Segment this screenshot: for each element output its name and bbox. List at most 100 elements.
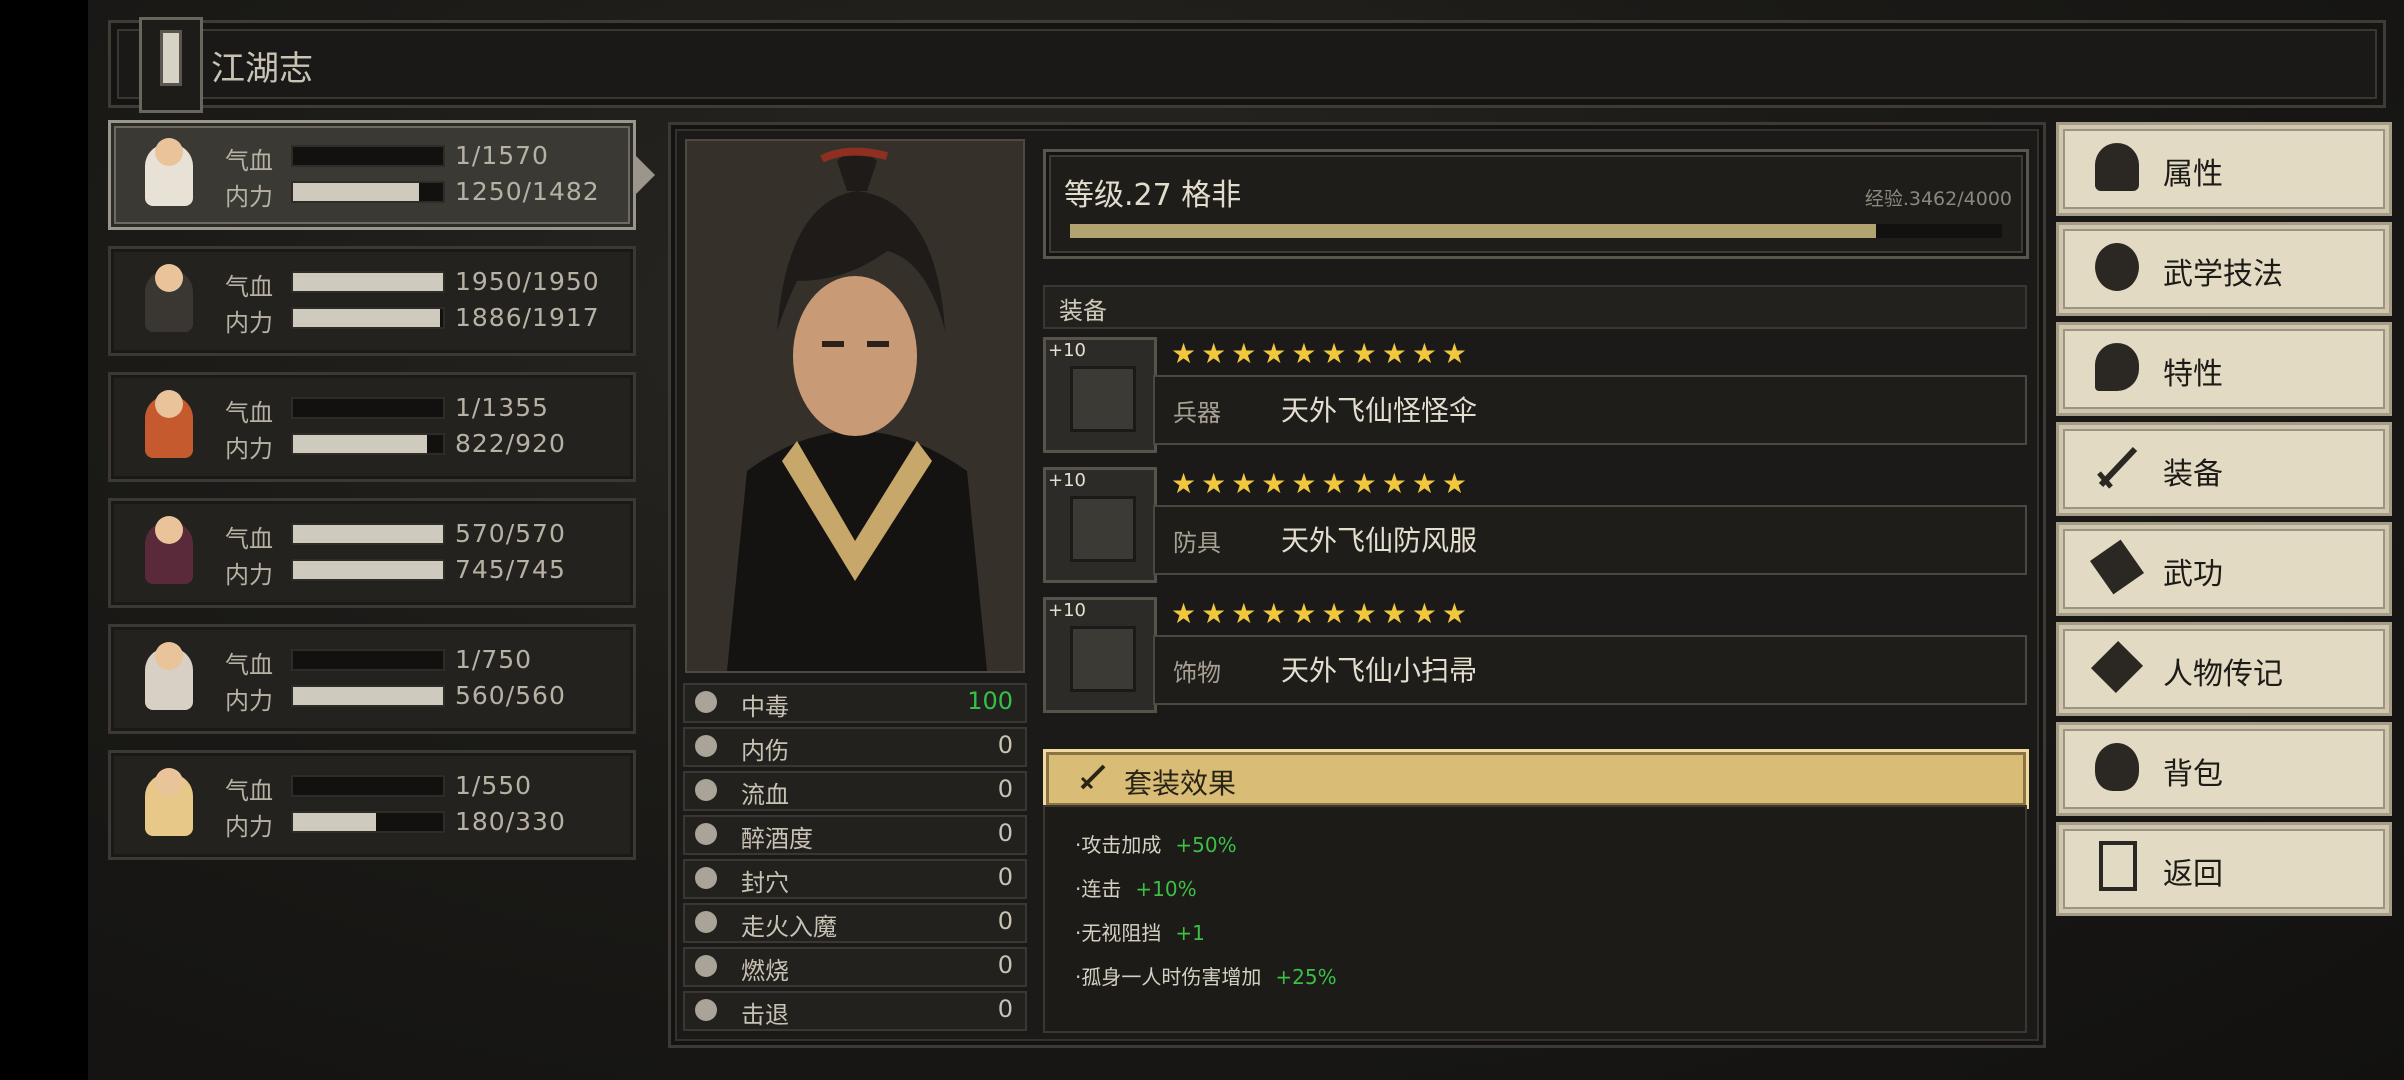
status-label: 走火入魔 [741,913,837,941]
mp-label: 内力 [225,309,273,337]
party-member-2[interactable]: 气血 1950/1950 内力 1886/1917 [108,246,636,356]
mp-bar-fill [293,309,440,327]
equipment-slot-bar[interactable]: 兵器 天外飞仙怪怪伞 [1153,375,2027,445]
equipment-header: 装备 [1043,285,2027,329]
level-text: 等级.27 格非 [1064,178,1242,213]
item-image [1070,626,1136,692]
character-panel: 中毒 100 内伤 0 流血 0 醉酒度 0 封穴 0 走火入魔 0 燃烧 0 … [668,122,2046,1048]
mp-value: 180/330 [455,807,566,836]
menu-button-return[interactable]: 返回 [2056,822,2392,916]
person-icon [2095,143,2139,191]
hp-bar-fill [293,273,443,291]
status-label: 击退 [741,1001,789,1029]
star-rating: ★★★★★★★★★★ [1171,467,1473,500]
mp-bar-fill [293,687,443,705]
status-row-burning: 燃烧 0 [683,947,1027,987]
party-member-4[interactable]: 气血 570/570 内力 745/745 [108,498,636,608]
set-bonus-list: ·攻击加成 +50% ·连击 +10% ·无视阻挡 +1 ·孤身一人时伤害增加 +25% [1043,805,2027,1033]
page-title: 江湖志 [211,49,313,89]
exp-text: 经验.3462/4000 [1864,188,2012,210]
status-row-sealed: 封穴 0 [683,859,1027,899]
mp-label: 内力 [225,561,273,589]
martial-arts-icon [2095,243,2139,291]
equipment-slot-bar[interactable]: 防具 天外飞仙防风服 [1153,505,2027,575]
robe-icon[interactable]: +10 [1043,467,1157,583]
hp-label: 气血 [225,651,273,679]
mp-bar-fill [293,183,419,201]
menu-label: 属性 [2163,157,2223,192]
hp-bar [291,649,445,671]
mp-bar-fill [293,813,376,831]
equipment-slot-armor[interactable]: +10 ★★★★★★★★★★ 防具 天外飞仙防风服 [1043,467,2027,587]
hp-bar [291,523,445,545]
set-bonus-line: ·无视阻挡 +1 [1075,921,1205,945]
set-bonus-line: ·攻击加成 +50% [1075,833,1237,857]
menu-button-biography[interactable]: 人物传记 [2056,622,2392,716]
hp-value: 1/1355 [455,393,549,422]
status-row-knockback: 击退 0 [683,991,1027,1031]
mp-value: 745/745 [455,555,566,584]
status-label: 中毒 [741,693,789,721]
status-value: 0 [997,819,1013,847]
status-value: 0 [997,995,1013,1023]
exp-bar [1070,224,2002,238]
item-image [1070,496,1136,562]
selected-arrow-icon [635,155,655,195]
mp-value: 822/920 [455,429,566,458]
hp-value: 1950/1950 [455,267,600,296]
equipment-slot-weapon[interactable]: +10 ★★★★★★★★★★ 兵器 天外飞仙怪怪伞 [1043,337,2027,457]
hp-bar [291,775,445,797]
status-label: 封穴 [741,869,789,897]
mp-label: 内力 [225,435,273,463]
item-image [1070,366,1136,432]
broom-icon[interactable]: +10 [1043,597,1157,713]
scroll-icon [2090,640,2144,694]
hp-bar [291,271,445,293]
book-icon [2089,539,2145,595]
mp-label: 内力 [225,813,273,841]
menu-button-attributes[interactable]: 属性 [2056,122,2392,216]
hp-label: 气血 [225,273,273,301]
menu-label: 武学技法 [2163,257,2283,292]
slot-type: 防具 [1173,529,1221,557]
item-name: 天外飞仙怪怪伞 [1281,394,1478,427]
menu-label: 返回 [2163,857,2223,892]
enhance-level: +10 [1048,470,1086,491]
hp-label: 气血 [225,399,273,427]
equipment-slot-bar[interactable]: 饰物 天外飞仙小扫帚 [1153,635,2027,705]
menu-button-equipment[interactable]: 装备 [2056,422,2392,516]
set-bonus-title: 套装效果 [1124,767,1237,800]
menu-button-martial-skills[interactable]: 武功 [2056,522,2392,616]
member-avatar [125,257,213,345]
party-member-3[interactable]: 气血 1/1355 内力 822/920 [108,372,636,482]
item-name: 天外飞仙小扫帚 [1281,654,1478,687]
menu-button-backpack[interactable]: 背包 [2056,722,2392,816]
status-label: 燃烧 [741,957,789,985]
equipment-slot-accessory[interactable]: +10 ★★★★★★★★★★ 饰物 天外飞仙小扫帚 [1043,597,2027,717]
mp-label: 内力 [225,687,273,715]
party-member-5[interactable]: 气血 1/750 内力 560/560 [108,624,636,734]
status-row-internal-injury: 内伤 0 [683,727,1027,767]
hp-bar [291,397,445,419]
party-member-6[interactable]: 气血 1/550 内力 180/330 [108,750,636,860]
hp-value: 570/570 [455,519,566,548]
member-avatar [125,761,213,849]
mp-bar [291,433,445,455]
menu-label: 武功 [2163,557,2223,592]
status-value: 0 [997,907,1013,935]
member-avatar [125,635,213,723]
fire-icon [695,955,717,977]
sword-icon [2097,446,2138,489]
menu-button-traits[interactable]: 特性 [2056,322,2392,416]
demon-face-icon [695,911,717,933]
status-value: 0 [997,863,1013,891]
mp-bar [291,559,445,581]
status-label: 醉酒度 [741,825,813,853]
party-member-1[interactable]: 气血 1/1570 内力 1250/1482 [108,120,655,230]
umbrella-icon[interactable]: +10 [1043,337,1157,453]
menu-button-martial-techniques[interactable]: 武学技法 [2056,222,2392,316]
mp-bar-fill [293,435,427,453]
mp-bar [291,811,445,833]
hp-value: 1/750 [455,645,533,674]
drunk-face-icon [695,823,717,845]
